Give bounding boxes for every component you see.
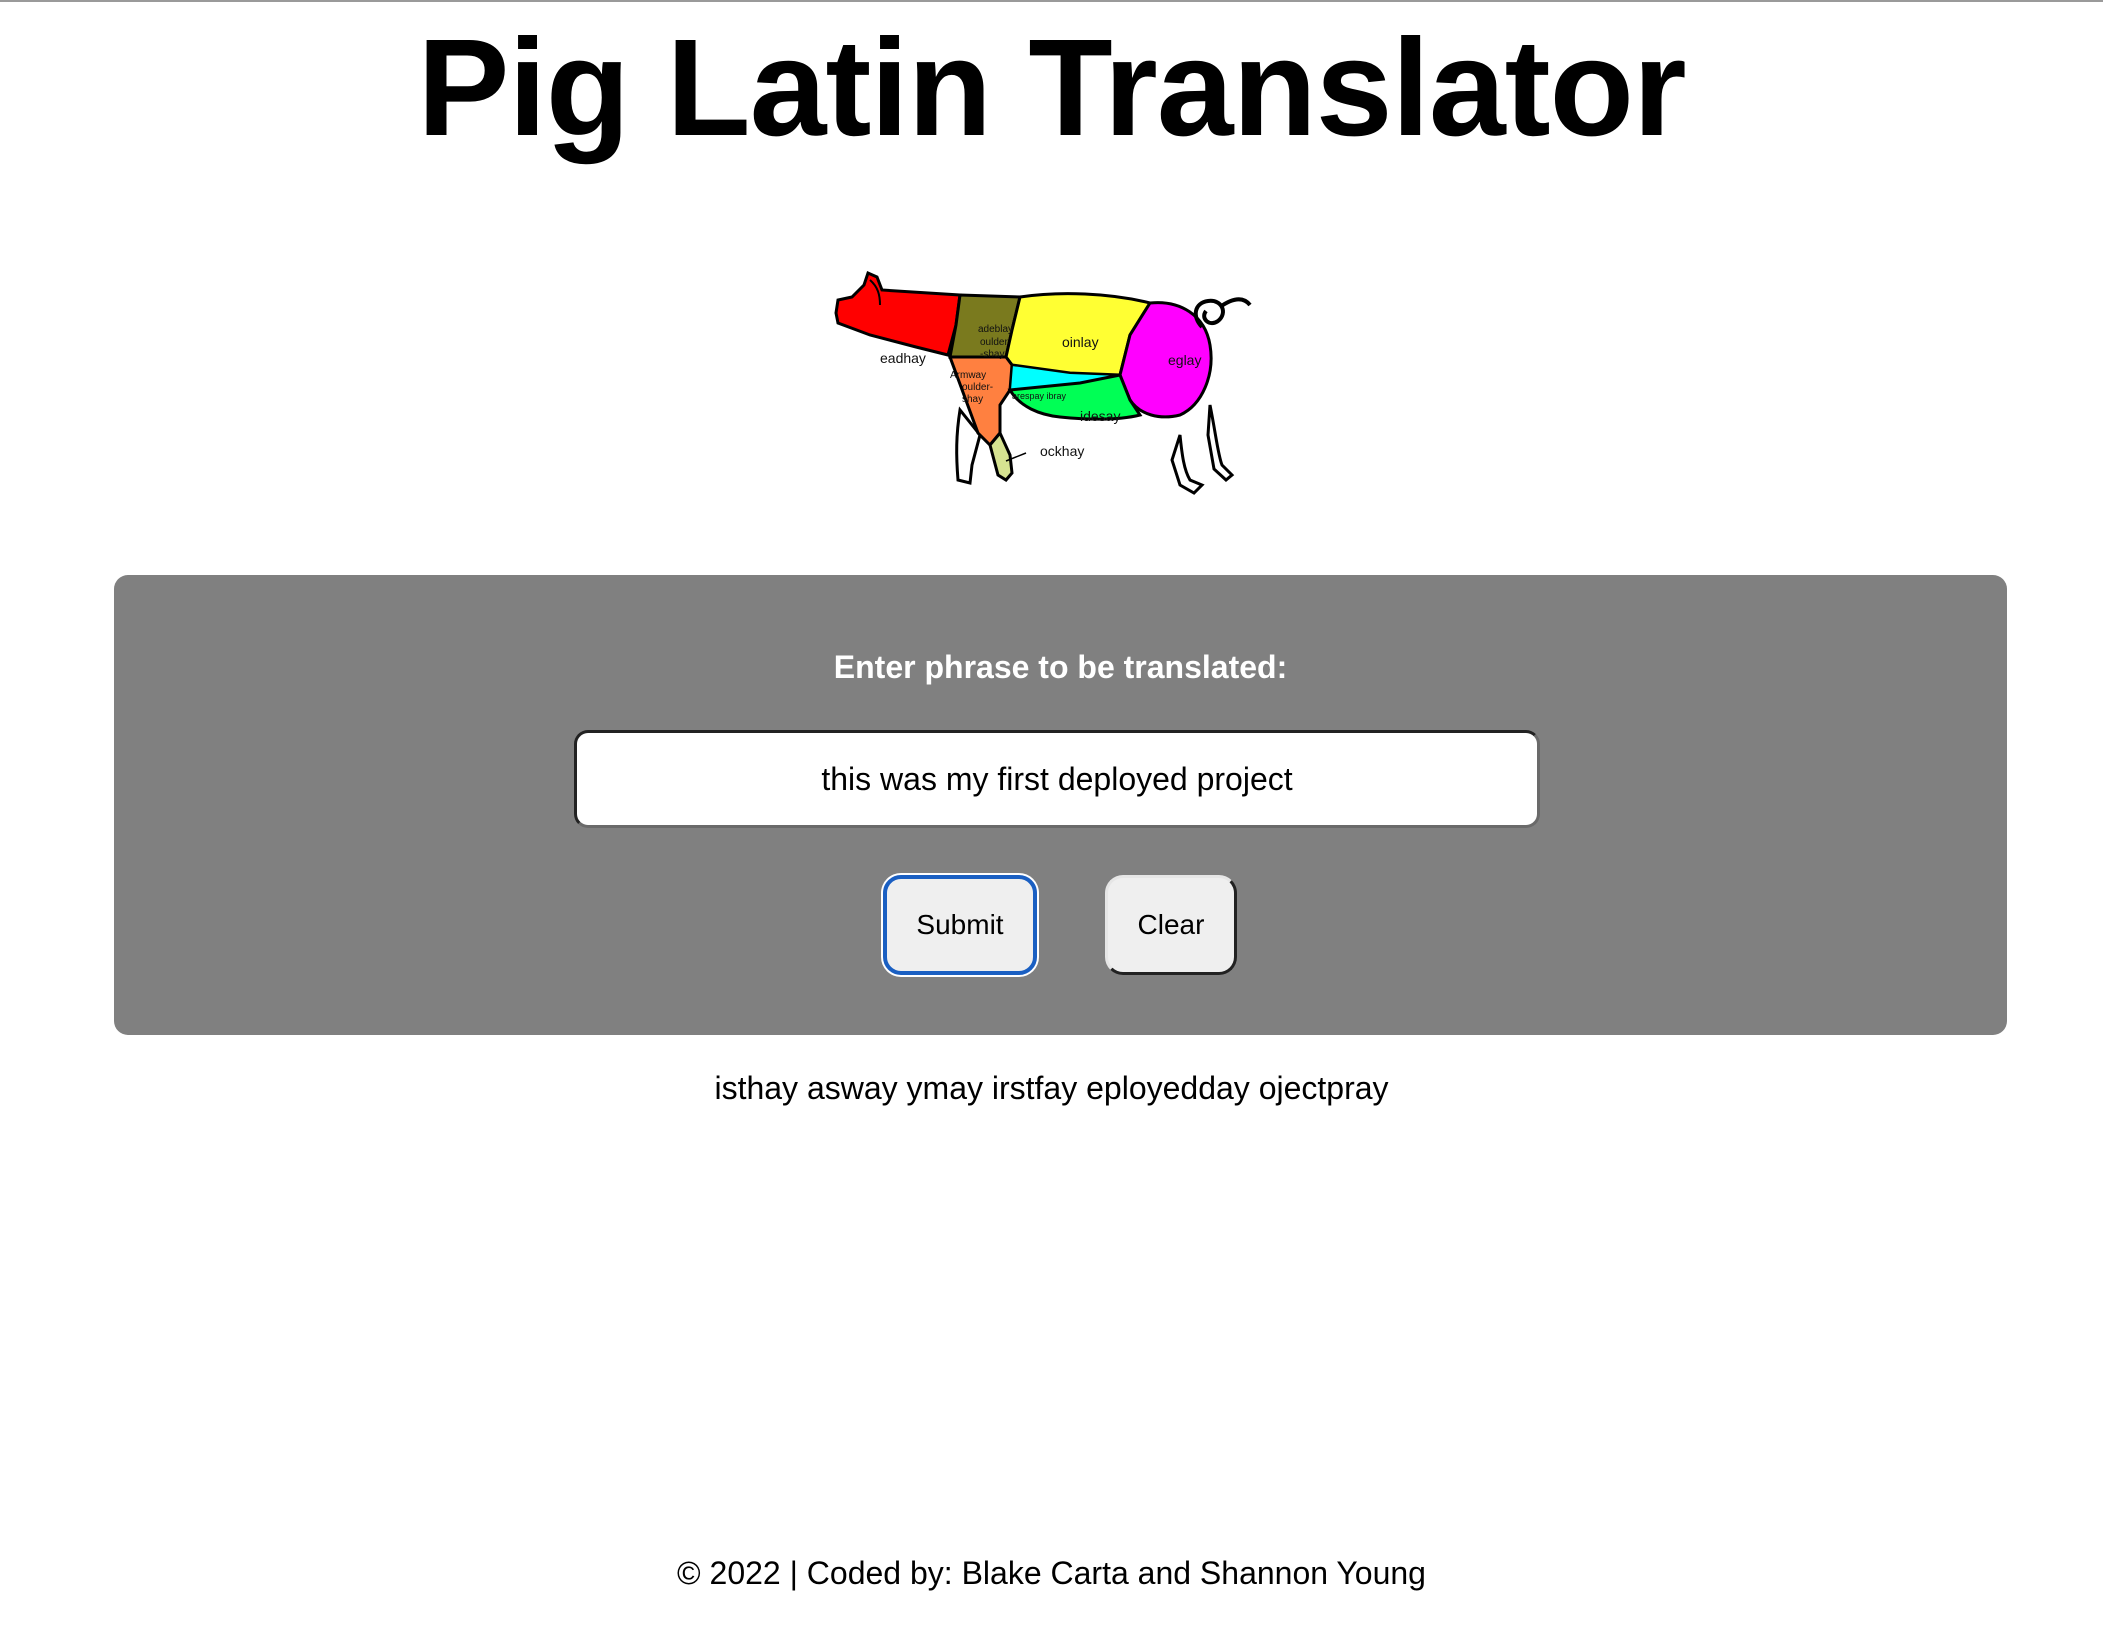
pig-region-head (834, 270, 962, 357)
pig-tail (1193, 297, 1252, 329)
pig-region-hock (988, 430, 1014, 482)
pig-label-hock: ockhay (1040, 443, 1084, 459)
submit-button[interactable]: Submit (883, 875, 1037, 975)
pig-hind-leg-2 (1170, 434, 1205, 495)
input-prompt-label: Enter phrase to be translated: (833, 649, 1288, 685)
pig-butcher-chart-image: eadhay adeblay oulder -shay oinlay eglay… (830, 265, 1290, 505)
translator-form-panel: Enter phrase to be translated: Submit Cl… (114, 575, 2007, 1035)
pig-label-blade: adeblay (978, 324, 1013, 335)
top-divider (0, 0, 2103, 2)
pig-label-side: idesay (1080, 408, 1120, 424)
pig-label-blade-3: -shay (980, 349, 1004, 360)
footer-credits: © 2022 | Coded by: Blake Carta and Shann… (677, 1555, 1426, 1591)
pig-label-arm-3: shay (962, 394, 983, 405)
phrase-input[interactable] (574, 730, 1540, 828)
clear-button[interactable]: Clear (1105, 875, 1237, 975)
pig-label-arm: Armway (950, 370, 986, 381)
pig-hind-leg (1206, 404, 1235, 482)
pig-label-blade-2: oulder (980, 337, 1008, 348)
pig-label-leg: eglay (1168, 352, 1201, 368)
pig-label-ribs: arespay ibray (1012, 391, 1067, 401)
pig-label-arm-2: oulder- (962, 382, 993, 393)
translation-output: isthay asway ymay irstfay eployedday oje… (714, 1070, 1389, 1106)
pig-label-head: eadhay (880, 350, 926, 366)
page-title: Pig Latin Translator (417, 11, 1686, 165)
pig-label-loin: oinlay (1062, 334, 1099, 350)
